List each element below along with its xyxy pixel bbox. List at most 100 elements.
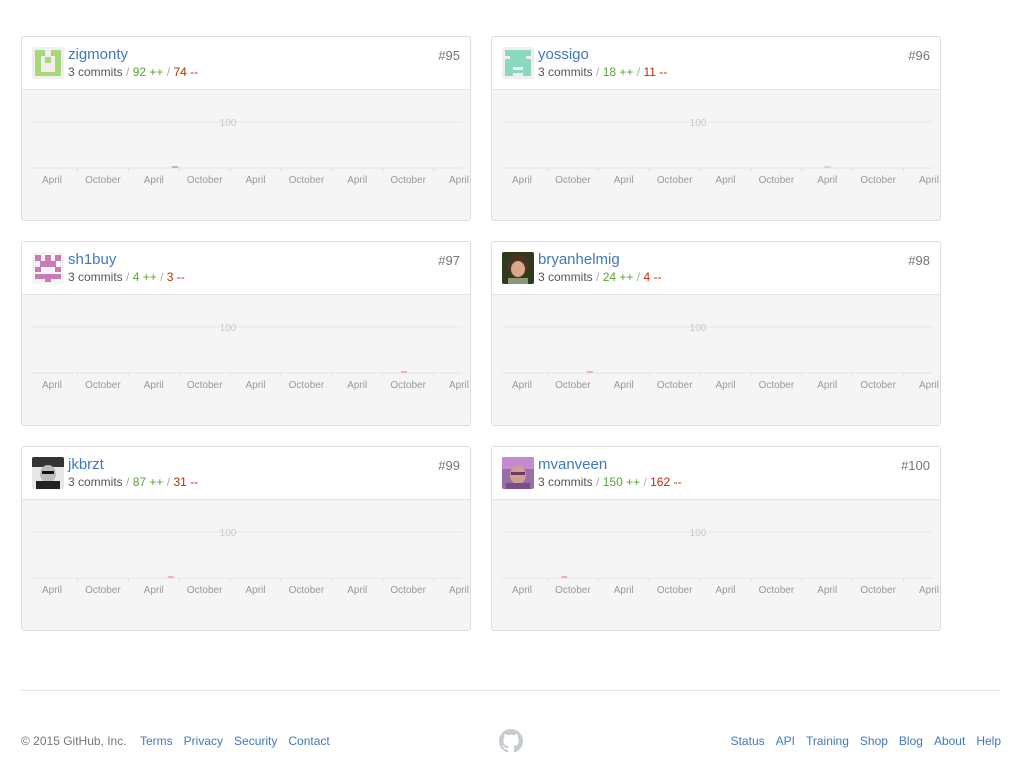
footer-link-privacy[interactable]: Privacy xyxy=(184,734,223,748)
x-tick-label: April xyxy=(347,585,367,596)
commit-activity-chart: 100 April October April October April October A… xyxy=(32,323,469,391)
x-tick-label: April xyxy=(449,175,469,186)
contributor-username[interactable]: zigmonty xyxy=(68,46,128,63)
footer-link-training[interactable]: Training xyxy=(806,734,849,748)
github-mark-icon[interactable] xyxy=(499,729,523,753)
contribution-chart: 100 April October April October April October A… xyxy=(22,90,470,220)
x-tick-label: April xyxy=(144,585,164,596)
footer-link-contact[interactable]: Contact xyxy=(288,734,329,748)
contributor-rank: #96 xyxy=(908,48,930,63)
commit-activity-chart: 100 April October April October April October A… xyxy=(32,528,469,596)
identicon-pink-avatar xyxy=(32,252,64,284)
contributor-username[interactable]: mvanveen xyxy=(538,456,607,473)
identicon-green-avatar xyxy=(32,47,64,79)
x-tick-label: April xyxy=(614,585,634,596)
x-tick-label: October xyxy=(289,175,325,186)
x-tick-label: April xyxy=(347,175,367,186)
avatar[interactable] xyxy=(32,457,64,489)
contributor-rank: #98 xyxy=(908,253,930,268)
footer-link-api[interactable]: API xyxy=(776,734,795,748)
avatar[interactable] xyxy=(32,252,64,284)
photo-avatar xyxy=(502,252,534,284)
contributor-header: bryanhelmig 3 commits / 24 ++ / 4 -- #98 xyxy=(492,242,940,295)
additions-count: 92 ++ xyxy=(132,65,164,79)
contribution-chart: 100 April October April October April October A… xyxy=(492,500,940,630)
x-tick-label: October xyxy=(759,585,795,596)
x-tick-label: April xyxy=(512,380,532,391)
contributor-header: zigmonty 3 commits / 92 ++ / 74 -- #95 xyxy=(22,37,470,90)
x-tick-label: October xyxy=(860,585,896,596)
contributor-stats: 3 commits / 18 ++ / 11 -- xyxy=(538,65,668,79)
contributor-username[interactable]: sh1buy xyxy=(68,251,116,268)
contributor-header: sh1buy 3 commits / 4 ++ / 3 -- #97 xyxy=(22,242,470,295)
x-tick-label: October xyxy=(657,585,693,596)
x-tick-label: October xyxy=(85,380,121,391)
contributor-card: mvanveen 3 commits / 150 ++ / 162 -- #10… xyxy=(491,446,941,631)
footer-link-blog[interactable]: Blog xyxy=(899,734,923,748)
x-tick-label: October xyxy=(187,585,223,596)
x-tick-label: April xyxy=(144,175,164,186)
x-tick-label: October xyxy=(555,380,591,391)
x-tick-label: April xyxy=(449,380,469,391)
contribution-chart: 100 April October April October April October A… xyxy=(22,500,470,630)
x-tick-label: October xyxy=(759,380,795,391)
commit-count: 3 commits xyxy=(68,270,123,284)
contributors-grid: zigmonty 3 commits / 92 ++ / 74 -- #95 1… xyxy=(0,0,1024,660)
photo-avatar xyxy=(32,457,64,489)
footer-copyright: © 2015 GitHub, Inc. xyxy=(21,734,127,748)
x-tick-label: April xyxy=(245,175,265,186)
x-tick-label: April xyxy=(245,585,265,596)
x-tick-label: October xyxy=(390,585,426,596)
additions-count: 4 ++ xyxy=(132,270,157,284)
y-tick-label: 100 xyxy=(220,118,237,129)
x-tick-label: October xyxy=(390,380,426,391)
footer-link-shop[interactable]: Shop xyxy=(860,734,888,748)
avatar[interactable] xyxy=(502,47,534,79)
deletions-count: 74 -- xyxy=(173,65,199,79)
additions-count: 87 ++ xyxy=(132,475,164,489)
footer-link-terms[interactable]: Terms xyxy=(140,734,173,748)
contributor-stats: 3 commits / 24 ++ / 4 -- xyxy=(538,270,662,284)
avatar[interactable] xyxy=(32,47,64,79)
contributor-card: jkbrzt 3 commits / 87 ++ / 31 -- #99 100… xyxy=(21,446,471,631)
y-tick-label: 100 xyxy=(690,118,707,129)
contributor-username[interactable]: jkbrzt xyxy=(68,456,104,473)
site-footer: © 2015 GitHub, Inc. Terms Privacy Security… xyxy=(21,729,1001,753)
deletions-count: 31 -- xyxy=(173,475,199,489)
contributor-header: yossigo 3 commits / 18 ++ / 11 -- #96 xyxy=(492,37,940,90)
contributor-username[interactable]: yossigo xyxy=(538,46,589,63)
deletions-count: 3 -- xyxy=(166,270,185,284)
footer-link-security[interactable]: Security xyxy=(234,734,277,748)
footer-link-status[interactable]: Status xyxy=(731,734,765,748)
avatar[interactable] xyxy=(502,252,534,284)
contributor-stats: 3 commits / 92 ++ / 74 -- xyxy=(68,65,199,79)
x-tick-label: October xyxy=(555,585,591,596)
footer-link-help[interactable]: Help xyxy=(976,734,1001,748)
x-tick-label: October xyxy=(187,380,223,391)
contributor-stats: 3 commits / 4 ++ / 3 -- xyxy=(68,270,185,284)
x-tick-label: April xyxy=(614,175,634,186)
contributor-rank: #97 xyxy=(438,253,460,268)
y-tick-label: 100 xyxy=(220,323,237,334)
x-tick-label: April xyxy=(614,380,634,391)
x-tick-label: April xyxy=(245,380,265,391)
x-tick-label: April xyxy=(144,380,164,391)
commit-activity-chart: 100 April October April October April October A… xyxy=(502,528,939,596)
x-tick-label: October xyxy=(85,175,121,186)
x-tick-label: October xyxy=(187,175,223,186)
x-tick-label: October xyxy=(657,175,693,186)
contributor-username[interactable]: bryanhelmig xyxy=(538,251,620,268)
x-tick-label: April xyxy=(919,380,939,391)
x-tick-label: October xyxy=(390,175,426,186)
commit-activity-chart: 100 April October April October April October A… xyxy=(502,118,939,186)
x-tick-label: April xyxy=(42,175,62,186)
contribution-chart: 100 April October April October April October A… xyxy=(22,295,470,425)
x-tick-label: October xyxy=(759,175,795,186)
x-tick-label: April xyxy=(715,175,735,186)
contributor-rank: #95 xyxy=(438,48,460,63)
contributor-stats: 3 commits / 87 ++ / 31 -- xyxy=(68,475,199,489)
avatar[interactable] xyxy=(502,457,534,489)
footer-link-about[interactable]: About xyxy=(934,734,965,748)
x-tick-label: October xyxy=(289,380,325,391)
contributor-card: sh1buy 3 commits / 4 ++ / 3 -- #97 100 Ap… xyxy=(21,241,471,426)
